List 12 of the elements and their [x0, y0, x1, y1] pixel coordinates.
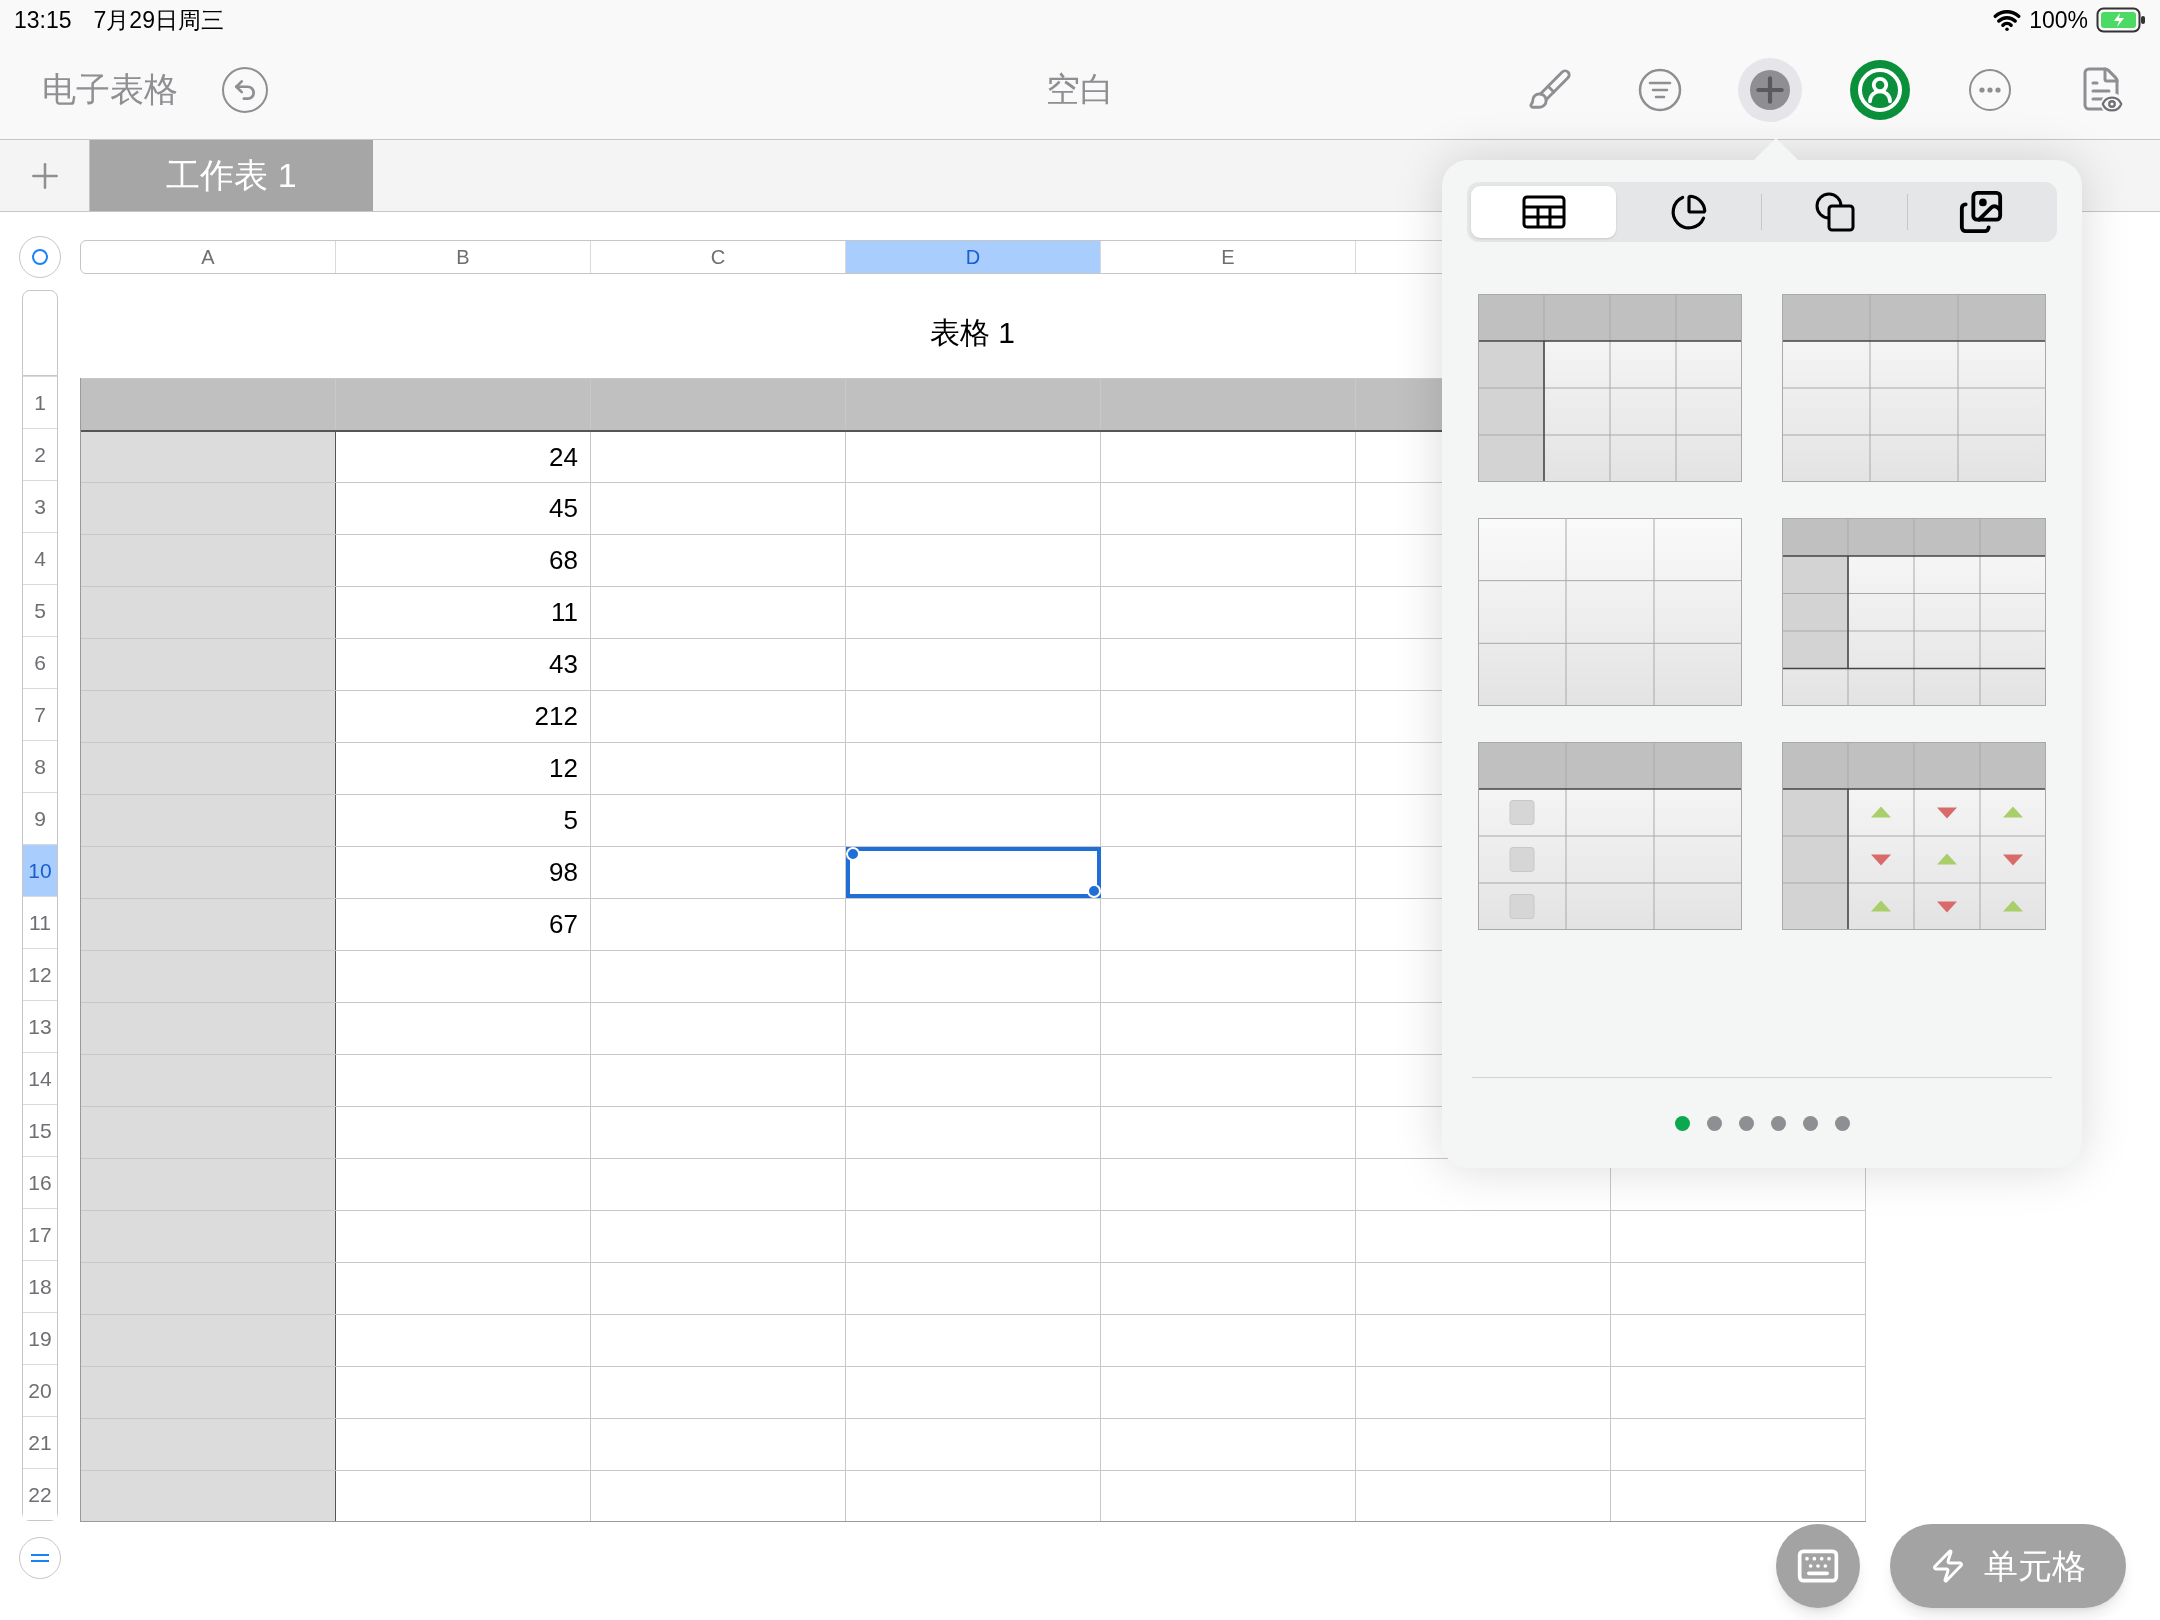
column-header[interactable]: B — [336, 241, 591, 273]
document-title: 空白 — [1046, 69, 1114, 110]
column-header[interactable]: E — [1101, 241, 1356, 273]
column-header[interactable]: A — [81, 241, 336, 273]
column-header[interactable]: D — [846, 241, 1101, 273]
table-title: 表格 1 — [930, 314, 1015, 351]
battery-percentage: 100% — [2029, 5, 2088, 35]
back-link[interactable]: 电子表格 — [42, 64, 178, 115]
row-header[interactable]: 10 — [23, 844, 57, 896]
status-time: 13:15 — [14, 5, 72, 35]
status-date: 7月29日周三 — [93, 5, 224, 35]
row-header[interactable]: 22 — [23, 1468, 57, 1520]
